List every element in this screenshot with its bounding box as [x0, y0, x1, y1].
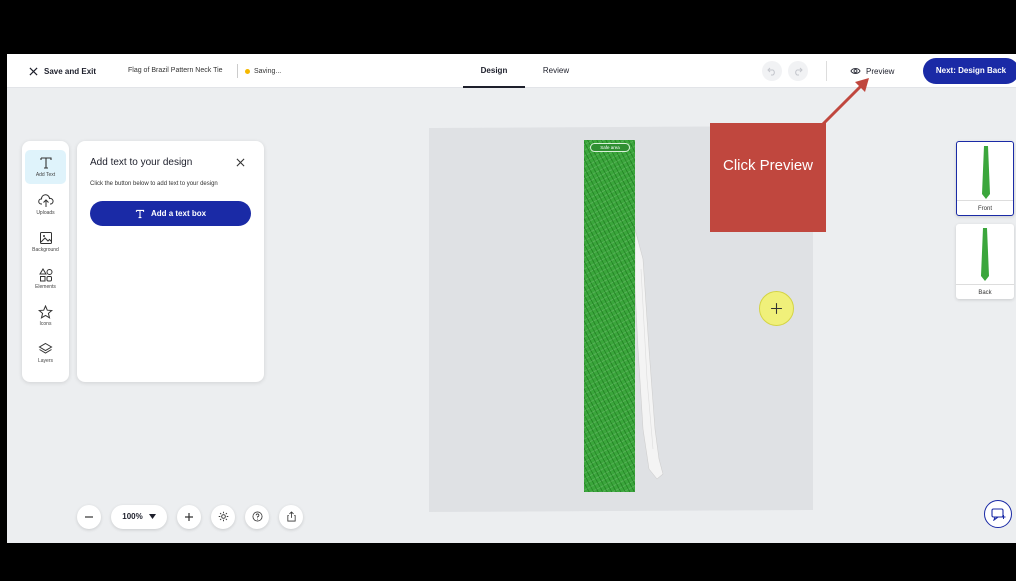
add-text-box-button[interactable]: Add a text box: [90, 201, 251, 226]
tie-thumbnail-icon: [981, 228, 989, 281]
tie-front-design[interactable]: [584, 140, 635, 492]
divider: [237, 64, 238, 78]
chat-icon: [990, 507, 1005, 521]
plus-icon: [185, 512, 193, 521]
redo-button[interactable]: [788, 61, 808, 81]
thumbnail-label: Front: [977, 206, 992, 212]
safe-area-badge: Safe area: [590, 143, 630, 152]
star-icon: [38, 305, 53, 319]
share-button[interactable]: [279, 504, 303, 529]
add-element-button[interactable]: [759, 291, 794, 326]
tool-label: Elements: [35, 284, 56, 290]
preview-label: Preview: [866, 66, 895, 76]
gear-icon: [218, 511, 228, 522]
cloud-upload-icon: [37, 194, 54, 207]
eye-icon: [850, 68, 861, 74]
shapes-icon: [38, 268, 52, 282]
panel-title: Add text to your design: [90, 157, 193, 168]
tool-layers[interactable]: Layers: [25, 336, 66, 370]
tool-icons[interactable]: Icons: [25, 299, 66, 333]
redo-icon: [795, 67, 803, 76]
saving-status: Saving...: [245, 54, 281, 88]
image-icon: [39, 232, 52, 244]
share-icon: [286, 511, 296, 522]
chat-support-button[interactable]: [984, 500, 1012, 528]
minus-icon: [85, 515, 93, 518]
tool-label: Icons: [39, 321, 52, 327]
add-text-box-label: Add a text box: [150, 209, 207, 218]
thumbnail-back[interactable]: Back: [956, 224, 1014, 299]
tool-label: Add Text: [35, 172, 56, 178]
app-window: Save and Exit Flag of Brazil Pattern Nec…: [7, 54, 1016, 543]
plus-icon: [771, 303, 782, 314]
panel-close-button[interactable]: [233, 155, 247, 169]
close-icon: [29, 66, 38, 76]
help-button[interactable]: [245, 504, 269, 529]
saving-dot-icon: [245, 68, 250, 74]
undo-icon: [767, 67, 775, 76]
close-icon: [236, 158, 244, 166]
tool-label: Uploads: [36, 210, 55, 216]
top-bar: Save and Exit Flag of Brazil Pattern Nec…: [7, 54, 1016, 88]
settings-button[interactable]: [211, 504, 235, 529]
undo-button[interactable]: [762, 61, 782, 81]
help-icon: [252, 511, 262, 522]
tab-review[interactable]: Review: [531, 54, 581, 88]
tie-back-tail: [635, 229, 664, 480]
tie-thumbnail-icon: [982, 146, 990, 199]
tab-design[interactable]: Design: [463, 54, 525, 88]
tool-background[interactable]: Background: [25, 225, 66, 259]
tool-uploads[interactable]: Uploads: [25, 188, 66, 222]
panel-description: Click the button below to add text to yo…: [90, 181, 218, 187]
tool-elements[interactable]: Elements: [25, 262, 66, 296]
text-icon: [39, 157, 52, 169]
preview-button[interactable]: Preview: [850, 54, 894, 88]
tool-label: Layers: [37, 358, 53, 364]
next-design-back-button[interactable]: Next: Design Back: [923, 58, 1016, 84]
thumbnail-front[interactable]: Front: [956, 141, 1014, 216]
annotation-callout: Click Preview: [710, 123, 826, 232]
divider: [826, 61, 827, 81]
text-icon: [135, 209, 145, 218]
tool-rail: Add Text Uploads Background Elements Ico…: [22, 141, 69, 382]
document-title[interactable]: Flag of Brazil Pattern Neck Tie: [128, 54, 223, 88]
zoom-in-button[interactable]: [177, 504, 201, 529]
caret-down-icon: [148, 514, 156, 519]
zoom-out-button[interactable]: [77, 504, 101, 529]
zoom-toolbar: 100%: [77, 504, 313, 529]
thumbnail-label: Back: [978, 290, 992, 296]
save-and-exit-button[interactable]: Save and Exit: [29, 54, 96, 88]
zoom-level-value: 100%: [122, 512, 143, 521]
saving-label: Saving...: [254, 67, 282, 75]
save-and-exit-label: Save and Exit: [44, 66, 97, 76]
layers-icon: [38, 342, 53, 354]
add-text-panel: Add text to your design Click the button…: [77, 141, 264, 382]
tool-label: Background: [32, 247, 59, 253]
zoom-level-select[interactable]: 100%: [111, 504, 167, 529]
tool-add-text[interactable]: Add Text: [25, 150, 66, 184]
